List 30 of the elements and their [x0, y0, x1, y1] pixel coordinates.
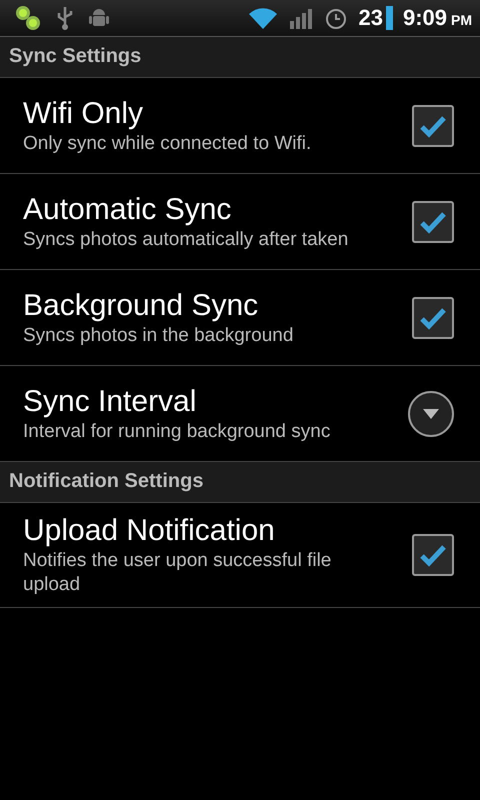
usb-icon [56, 5, 74, 31]
checkbox[interactable] [412, 104, 454, 146]
battery-icon [386, 6, 393, 30]
setting-summary: Interval for running background sync [23, 420, 332, 444]
battery-level: 23 [358, 5, 383, 31]
setting-summary: Syncs photos automatically after taken [23, 228, 350, 252]
caret-icon [423, 408, 439, 418]
setting-summary: Syncs photos in the background [23, 324, 294, 348]
setting-summary: Only sync while connected to Wifi. [23, 132, 312, 156]
check-icon [419, 210, 447, 234]
checkbox[interactable] [412, 296, 454, 338]
setting-title: Sync Interval [23, 384, 198, 420]
setting-summary: Notifies the user upon successful file upload [23, 549, 332, 597]
signal-icon [288, 6, 314, 30]
setting-title: Automatic Sync [23, 192, 232, 228]
setting-title: Background Sync [23, 288, 260, 324]
setting-title: Wifi Only [23, 96, 144, 132]
link-icon [14, 4, 42, 32]
checkbox[interactable] [412, 200, 454, 242]
check-icon [419, 306, 447, 330]
setting-title: Upload Notification [23, 513, 276, 549]
dropdown-button[interactable] [408, 390, 454, 436]
section-header: Sync Settings [8, 44, 142, 69]
section-header: Notification Settings [8, 469, 204, 494]
clock: 9:09 PM [402, 5, 472, 31]
alarm-icon [324, 6, 348, 30]
check-icon [419, 114, 447, 138]
checkbox[interactable] [412, 534, 454, 576]
wifi-icon [248, 6, 278, 30]
check-icon [419, 543, 447, 567]
